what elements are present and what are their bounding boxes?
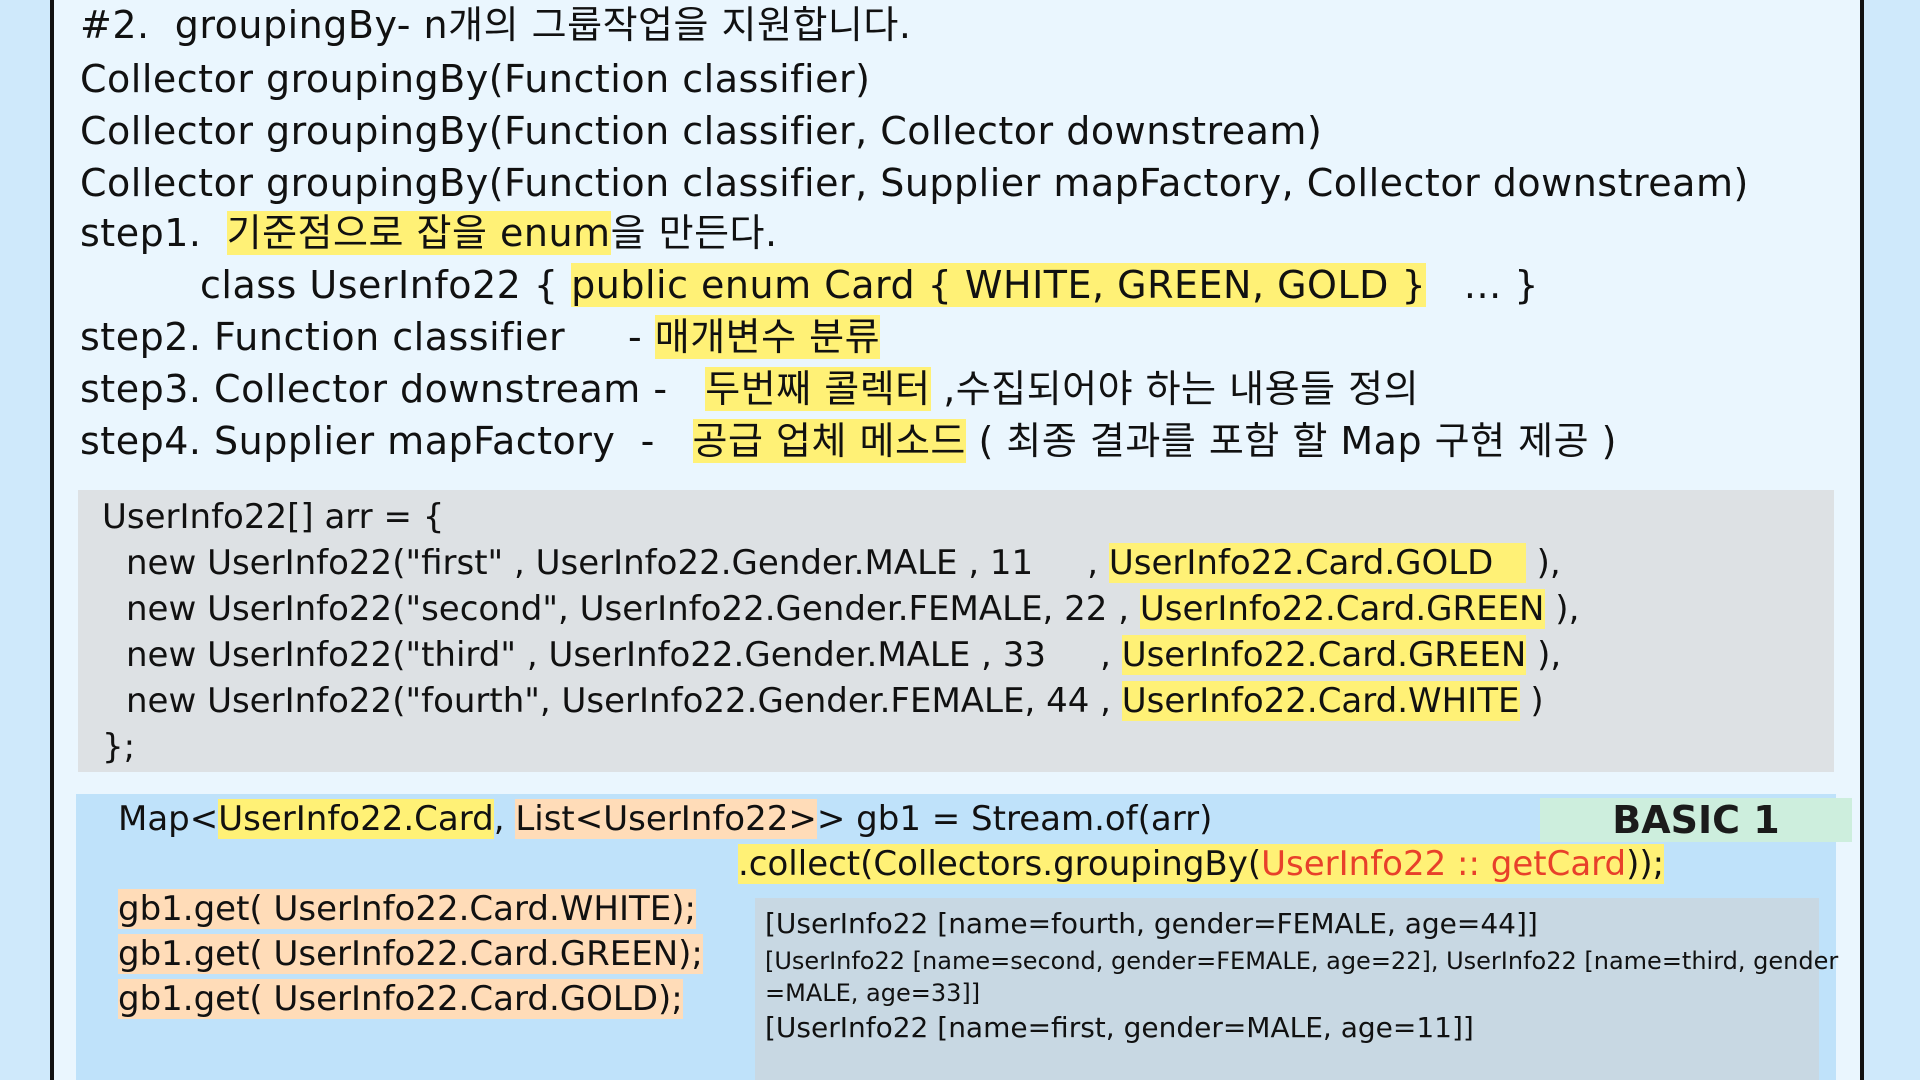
get-gold: gb1.get( UserInfo22.Card.GOLD); — [118, 978, 683, 1020]
get-white: gb1.get( UserInfo22.Card.WHITE); — [118, 888, 696, 930]
array-row-4-text: new UserInfo22("fourth", UserInfo22.Gend… — [126, 681, 1122, 721]
section-heading: #2. groupingBy- n개의 그룹작업을 지원합니다. — [80, 3, 912, 47]
map-prefix: Map< — [118, 799, 219, 839]
array-row-1-card: UserInfo22.Card.GOLD — [1108, 543, 1526, 583]
step2-highlight: 매개변수 분류 — [654, 315, 881, 359]
signature-3: Collector groupingBy(Function classifier… — [80, 161, 1749, 205]
class-line: class UserInfo22 { public enum Card { WH… — [200, 262, 1539, 308]
array-row-1-text: new UserInfo22("first" , UserInfo22.Gend… — [126, 543, 1109, 583]
array-close: }; — [102, 727, 136, 767]
array-row-3-text: new UserInfo22("third" , UserInfo22.Gend… — [126, 635, 1122, 675]
array-row-2-card: UserInfo22.Card.GREEN — [1139, 589, 1545, 629]
get-gold-text: gb1.get( UserInfo22.Card.GOLD); — [118, 979, 683, 1019]
class-prefix: class UserInfo22 { — [200, 263, 572, 307]
step3-suffix: ,수집되어야 하는 내용들 정의 — [930, 367, 1420, 411]
get-white-text: gb1.get( UserInfo22.Card.WHITE); — [118, 889, 696, 929]
output-line-2: [UserInfo22 [name=second, gender=FEMALE,… — [765, 947, 1839, 975]
get-green: gb1.get( UserInfo22.Card.GREEN); — [118, 933, 703, 975]
collect-call: .collect(Collectors.groupingBy(UserInfo2… — [738, 843, 1665, 885]
array-row-4: new UserInfo22("fourth", UserInfo22.Gend… — [126, 680, 1544, 722]
array-row-3-card: UserInfo22.Card.GREEN — [1121, 635, 1527, 675]
array-open: UserInfo22[] arr = { — [102, 497, 445, 537]
step4-suffix: ( 최종 결과를 포함 할 Map 구현 제공 ) — [965, 419, 1617, 463]
collect-prefix: .collect(Collectors.groupingBy( — [738, 844, 1262, 884]
array-row-2-end: ), — [1544, 589, 1580, 629]
step1-prefix: step1. — [80, 211, 227, 255]
collect-method-ref: UserInfo22 :: getCard — [1261, 844, 1627, 884]
output-line-4: [UserInfo22 [name=first, gender=MALE, ag… — [765, 1011, 1474, 1044]
step3-line: step3. Collector downstream - 두번째 콜렉터 ,수… — [80, 366, 1419, 412]
array-row-2-text: new UserInfo22("second", UserInfo22.Gend… — [126, 589, 1140, 629]
signature-1: Collector groupingBy(Function classifier… — [80, 57, 871, 101]
array-row-1-end: ), — [1525, 543, 1561, 583]
step1-line: step1. 기준점으로 잡을 enum을 만든다. — [80, 210, 778, 256]
step1-suffix: 을 만든다. — [610, 211, 778, 255]
step3-prefix: step3. Collector downstream - — [80, 367, 706, 411]
step2-line: step2. Function classifier - 매개변수 분류 — [80, 314, 881, 360]
step4-line: step4. Supplier mapFactory - 공급 업체 메소드 (… — [80, 418, 1617, 464]
class-enum-highlight: public enum Card { WHITE, GREEN, GOLD } — [571, 263, 1427, 307]
output-line-1: [UserInfo22 [name=fourth, gender=FEMALE,… — [765, 907, 1538, 940]
map-separator: , — [493, 799, 516, 839]
array-row-4-end: ) — [1519, 681, 1544, 721]
console-output: [UserInfo22 [name=fourth, gender=FEMALE,… — [755, 898, 1838, 1080]
map-key-type: UserInfo22.Card — [218, 799, 494, 839]
step2-prefix: step2. Function classifier - — [80, 315, 655, 359]
signature-2: Collector groupingBy(Function classifier… — [80, 109, 1323, 153]
collect-suffix: )); — [1626, 844, 1665, 884]
output-line-3: =MALE, age=33]] — [765, 979, 981, 1007]
array-row-2: new UserInfo22("second", UserInfo22.Gend… — [126, 588, 1579, 630]
array-row-3: new UserInfo22("third" , UserInfo22.Gend… — [126, 634, 1561, 676]
step1-highlight: 기준점으로 잡을 enum — [226, 211, 611, 255]
step3-highlight: 두번째 콜렉터 — [705, 367, 931, 411]
step4-highlight: 공급 업체 메소드 — [692, 419, 966, 463]
map-suffix: > gb1 = Stream.of(arr) — [816, 799, 1213, 839]
array-row-3-end: ), — [1526, 635, 1562, 675]
class-suffix: ... } — [1426, 263, 1539, 307]
array-row-4-card: UserInfo22.Card.WHITE — [1121, 681, 1520, 721]
map-value-type: List<UserInfo22> — [515, 799, 817, 839]
array-row-1: new UserInfo22("first" , UserInfo22.Gend… — [126, 542, 1561, 584]
basic-tag: BASIC 1 — [1540, 798, 1852, 842]
map-declaration: Map<UserInfo22.Card, List<UserInfo22>> g… — [118, 798, 1212, 840]
array-code-block: UserInfo22[] arr = { new UserInfo22("fir… — [78, 490, 1834, 772]
step4-prefix: step4. Supplier mapFactory - — [80, 419, 693, 463]
get-green-text: gb1.get( UserInfo22.Card.GREEN); — [118, 934, 703, 974]
